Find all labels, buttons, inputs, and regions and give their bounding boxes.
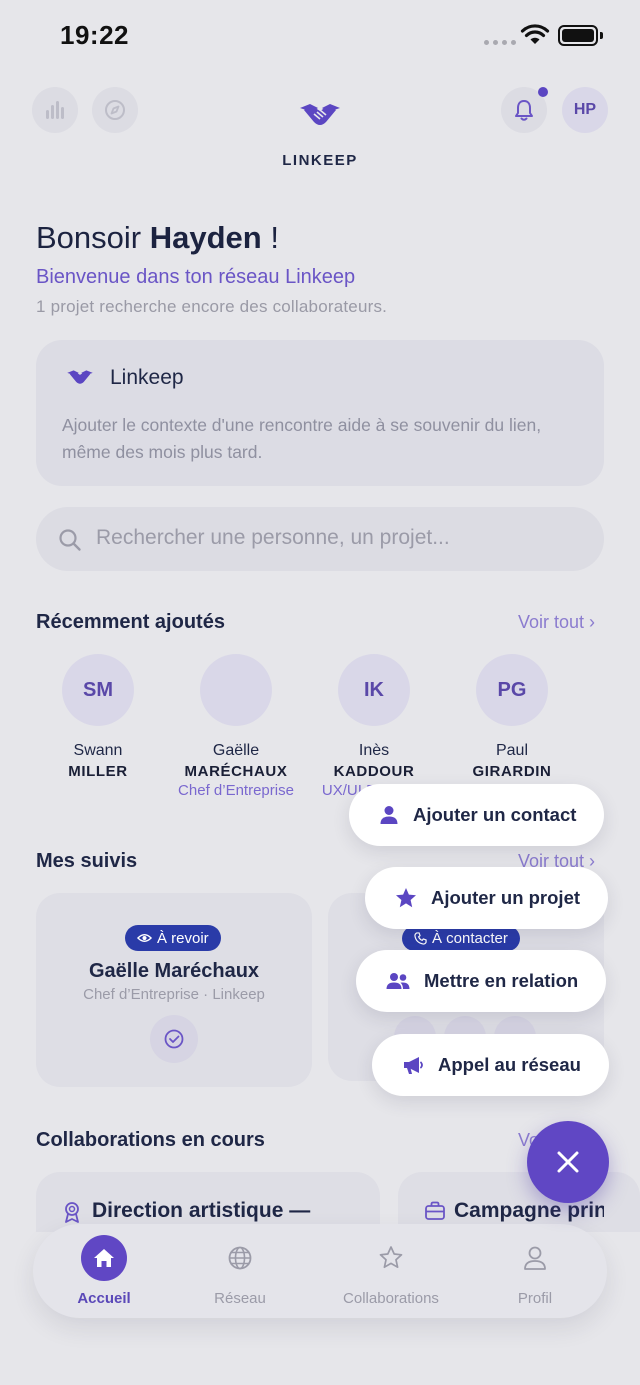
follows-title: Mes suivis [36, 850, 138, 872]
network-call-button[interactable]: Appel au réseau [372, 1034, 609, 1096]
contact-photo [200, 654, 272, 726]
network-call-label: Appel au réseau [438, 1054, 581, 1075]
contact-item[interactable]: IK Inès KADDOUR UX/UI Designer [314, 654, 434, 800]
battery-tip [600, 32, 603, 39]
greeting-name: Hayden [149, 220, 262, 255]
tab-profile[interactable]: Profil [470, 1236, 600, 1307]
tab-network[interactable]: Réseau [175, 1236, 305, 1307]
close-icon [557, 1151, 579, 1173]
contact-last-name: GIRARDIN [472, 763, 552, 780]
profile-icon [524, 1246, 546, 1270]
contact-avatar: PG [476, 654, 548, 726]
projects-subtitle: 1 projet recherche encore des collaborat… [36, 297, 388, 316]
contact-first-name: Inès [358, 742, 390, 759]
greeting-suffix: ! [270, 220, 279, 255]
status-badge-label: À contacter [432, 930, 508, 947]
status-time: 19:22 [60, 20, 129, 50]
connect-people-button[interactable]: Mettre en relation [356, 950, 607, 1012]
bell-icon [515, 100, 533, 121]
contact-last-name: KADDOUR [333, 763, 415, 780]
wifi-icon [520, 24, 550, 44]
add-contact-button[interactable]: Ajouter un contact [349, 784, 605, 846]
collab-title: Direction artistique — [92, 1199, 311, 1222]
explore-button[interactable] [92, 87, 138, 133]
recent-title: Récemment ajoutés [36, 611, 225, 633]
tab-collaborations-label: Collaborations [343, 1290, 439, 1307]
follow-name: Gaëlle Maréchaux [88, 960, 260, 982]
greeting: Bonsoir Hayden ! [36, 220, 279, 256]
home-icon [81, 1235, 127, 1281]
check-icon [164, 1029, 184, 1049]
tip-text: Ajouter le contexte d'une rencontre aide… [62, 415, 542, 462]
star-outline-icon [379, 1246, 403, 1269]
recent-see-all-link[interactable]: Voir tout › [518, 612, 595, 633]
handshake-icon [67, 370, 93, 384]
status-badge-label: À revoir [157, 929, 209, 947]
contact-item[interactable]: Gaëlle MARÉCHAUX Chef d’Entreprise [176, 654, 296, 800]
notification-dot [538, 87, 548, 97]
connect-people-label: Mettre en relation [424, 970, 579, 991]
mark-done-button[interactable] [150, 1015, 198, 1063]
brand-name: LINKEEP [282, 152, 358, 169]
tab-home[interactable]: Accueil [39, 1235, 169, 1307]
compass-icon [105, 100, 125, 120]
stats-icon [46, 101, 64, 119]
collab-title: Campagne print [454, 1199, 604, 1222]
briefcase-icon [425, 1201, 445, 1220]
signal-dots-icon [484, 40, 516, 45]
contact-last-name: MILLER [68, 763, 128, 780]
status-badge: À contacter [402, 926, 520, 951]
stats-button[interactable] [32, 87, 78, 133]
contact-item[interactable]: PG Paul GIRARDIN Gérant [452, 654, 572, 800]
megaphone-icon [404, 1057, 423, 1074]
user-icon [380, 806, 398, 824]
greeting-hello: Bonsoir [36, 220, 142, 255]
contact-first-name: Swann [73, 742, 123, 759]
contact-avatar: IK [338, 654, 410, 726]
handshake-logo-icon [300, 104, 340, 125]
welcome-text: Bienvenue dans ton réseau Linkeep [36, 266, 356, 288]
close-fab-button[interactable] [527, 1121, 609, 1203]
follow-role: Chef d’Entreprise · Linkeep [83, 986, 265, 1003]
status-badge: À revoir [125, 925, 221, 951]
star-icon [396, 888, 416, 908]
search-icon [59, 529, 81, 551]
eye-icon [137, 934, 152, 942]
contact-first-name: Gaëlle [212, 742, 260, 759]
globe-icon [228, 1246, 252, 1270]
user-avatar[interactable]: HP [562, 87, 608, 133]
add-project-button[interactable]: Ajouter un projet [365, 867, 609, 929]
phone-icon [414, 932, 427, 945]
collabs-title: Collaborations en cours [36, 1129, 265, 1151]
contact-item[interactable]: SM Swann MILLER [38, 654, 158, 780]
tab-home-label: Accueil [77, 1290, 131, 1307]
contact-role: Chef d’Entreprise [178, 782, 294, 799]
contact-first-name: Paul [495, 742, 529, 759]
contact-avatar: SM [62, 654, 134, 726]
add-project-label: Ajouter un projet [431, 887, 581, 908]
users-icon [386, 973, 410, 989]
search-placeholder: Rechercher une personne, un projet... [96, 526, 450, 549]
tab-network-label: Réseau [214, 1290, 266, 1307]
add-contact-label: Ajouter un contact [413, 804, 577, 825]
contact-last-name: MARÉCHAUX [184, 763, 288, 780]
tip-title: Linkeep [110, 366, 184, 389]
tab-collaborations[interactable]: Collaborations [326, 1236, 456, 1307]
tab-profile-label: Profil [517, 1290, 553, 1307]
award-icon [65, 1202, 79, 1223]
battery-icon [558, 25, 598, 46]
